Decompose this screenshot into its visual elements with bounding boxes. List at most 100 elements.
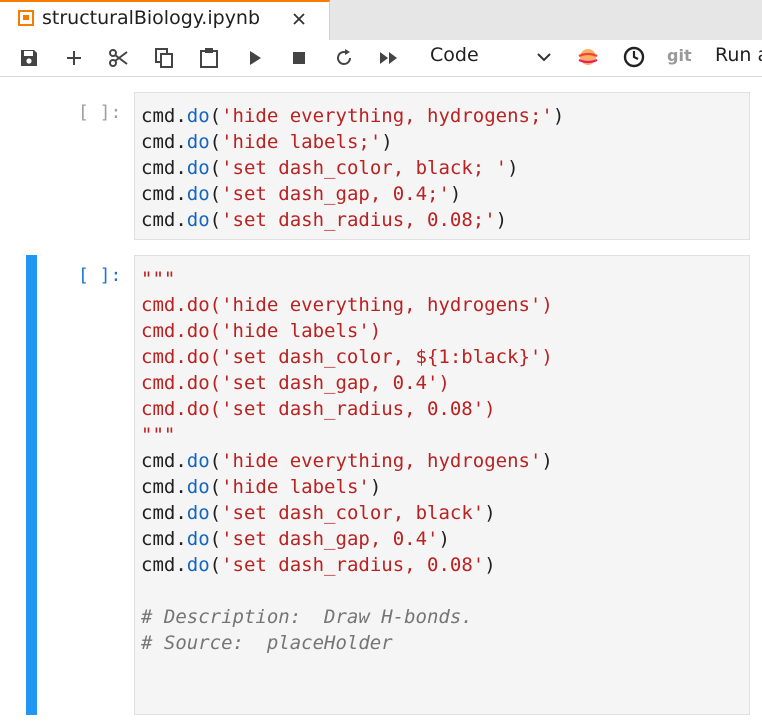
close-icon[interactable] <box>290 10 308 28</box>
code-line: cmd.do('set dash_gap, 0.4;') <box>141 181 564 207</box>
code-token: cmd.do('set dash_radius, 0.08') <box>141 398 496 420</box>
restart-icon[interactable] <box>333 47 355 69</box>
code-token: 'set dash_radius, 0.08;' <box>221 209 496 231</box>
code-token: cmd. <box>141 105 187 127</box>
code-token: 'set dash_color, black; ' <box>221 157 508 179</box>
code-token: ) <box>484 554 496 576</box>
code-line: # Description: Draw H-bonds. <box>141 604 553 630</box>
code-token: cmd. <box>141 502 187 524</box>
cell-editor[interactable]: """ cmd.do('hide everything, hydrogens') c… <box>134 255 750 715</box>
code-token: 'hide everything, hydrogens' <box>221 450 542 472</box>
code-token: cmd. <box>141 209 187 231</box>
code-token: ) <box>381 131 393 153</box>
git-button[interactable]: git <box>667 46 692 65</box>
code-token: cmd. <box>141 554 187 576</box>
notebook-toolbar <box>0 40 762 77</box>
code-token: """ <box>141 424 176 446</box>
code-token: cmd.do('set dash_color, ${1:black}') <box>141 346 553 368</box>
code-token: ) <box>484 502 496 524</box>
code-token: ( <box>209 554 222 576</box>
code-token: ( <box>209 131 222 153</box>
cell-selection-bar <box>26 255 37 715</box>
chevron-down-icon[interactable] <box>536 49 552 65</box>
cell-type-select[interactable]: Code <box>430 44 479 66</box>
code-token: ) <box>449 183 462 205</box>
code-line: cmd.do('hide everything, hydrogens;') <box>141 103 564 129</box>
code-token: do <box>186 502 210 524</box>
code-token: 'set dash_gap, 0.4' <box>221 528 439 550</box>
clock-icon[interactable] <box>622 45 646 73</box>
cell-prompt: [ ]: <box>78 265 122 286</box>
cell-editor[interactable]: cmd.do('hide everything, hydrogens;') cmd… <box>134 92 750 240</box>
code-token: do <box>186 183 210 205</box>
code-token: 'hide labels' <box>221 476 370 498</box>
fast-forward-icon[interactable] <box>378 47 400 69</box>
tab-title: structuralBiology.ipynb <box>42 7 261 29</box>
code-line: cmd.do('hide labels;') <box>141 129 564 155</box>
code-token: # Source: placeHolder <box>141 632 393 654</box>
code-token: ) <box>369 476 382 498</box>
code-cell[interactable]: [ ]: cmd.do('hide everything, hydrogens;… <box>26 92 762 242</box>
tab-bar: structuralBiology.ipynb <box>0 0 762 40</box>
code-token: ( <box>209 105 222 127</box>
code-token: do <box>186 476 210 498</box>
code-token: ( <box>209 450 222 472</box>
code-token: 'set dash_radius, 0.08' <box>221 554 485 576</box>
stop-icon[interactable] <box>288 47 310 69</box>
code-token: ( <box>209 183 222 205</box>
code-text[interactable]: """ cmd.do('hide everything, hydrogens') c… <box>141 266 553 656</box>
code-token: cmd.do('hide labels') <box>141 320 382 342</box>
code-line: cmd.do('hide everything, hydrogens') <box>141 448 553 474</box>
code-token: ) <box>541 450 553 472</box>
run-icon[interactable] <box>244 47 266 69</box>
code-line: cmd.do('set dash_gap, 0.4') <box>141 370 553 396</box>
code-line: """ <box>141 266 553 292</box>
code-token: do <box>186 554 210 576</box>
code-line: cmd.do('set dash_color, black') <box>141 500 553 526</box>
code-token: 'hide labels;' <box>221 131 382 153</box>
code-cell-selected[interactable]: [ ]: """ cmd.do('hide everything, hydroge… <box>26 255 762 715</box>
code-text[interactable]: cmd.do('hide everything, hydrogens;') cmd… <box>141 103 564 233</box>
code-line: # Source: placeHolder <box>141 630 553 656</box>
jupyter-icon[interactable] <box>576 45 600 73</box>
code-token: ) <box>438 528 450 550</box>
code-token: do <box>186 105 210 127</box>
code-token: do <box>186 131 210 153</box>
code-token: ( <box>209 209 222 231</box>
code-token: ( <box>209 157 222 179</box>
code-token: do <box>186 209 210 231</box>
save-icon[interactable] <box>18 47 40 69</box>
paste-icon[interactable] <box>198 47 220 69</box>
code-token: do <box>186 157 210 179</box>
code-token: 'hide everything, hydrogens;' <box>221 105 553 127</box>
code-line: cmd.do('hide labels') <box>141 474 553 500</box>
code-token: do <box>186 450 210 472</box>
code-token: ) <box>495 209 508 231</box>
code-line: cmd.do('set dash_color, ${1:black}') <box>141 344 553 370</box>
code-line: cmd.do('hide everything, hydrogens') <box>141 292 553 318</box>
code-token: ( <box>209 476 222 498</box>
code-line: cmd.do('hide labels') <box>141 318 553 344</box>
code-token: cmd.do('hide everything, hydrogens') <box>141 294 553 316</box>
code-line: """ <box>141 422 553 448</box>
code-token: # Description: Draw H-bonds. <box>141 606 473 628</box>
code-token: 'set dash_color, black' <box>221 502 485 524</box>
code-token: ) <box>552 105 565 127</box>
code-token: do <box>186 528 210 550</box>
code-line: cmd.do('set dash_radius, 0.08') <box>141 396 553 422</box>
code-token: cmd. <box>141 157 187 179</box>
cell-prompt: [ ]: <box>78 102 122 123</box>
code-token: cmd. <box>141 528 187 550</box>
code-token: cmd. <box>141 183 187 205</box>
code-token: cmd. <box>141 476 187 498</box>
code-token: 'set dash_gap, 0.4;' <box>221 183 450 205</box>
code-token: cmd.do('set dash_gap, 0.4') <box>141 372 450 394</box>
code-line: cmd.do('set dash_color, black; ') <box>141 155 564 181</box>
run-all-button[interactable]: Run a <box>715 44 762 66</box>
code-token: cmd. <box>141 450 187 472</box>
add-icon[interactable] <box>63 47 85 69</box>
copy-icon[interactable] <box>153 47 175 69</box>
code-line: cmd.do('set dash_radius, 0.08') <box>141 552 553 578</box>
cut-icon[interactable] <box>108 47 130 69</box>
notebook-tab[interactable]: structuralBiology.ipynb <box>0 0 330 40</box>
